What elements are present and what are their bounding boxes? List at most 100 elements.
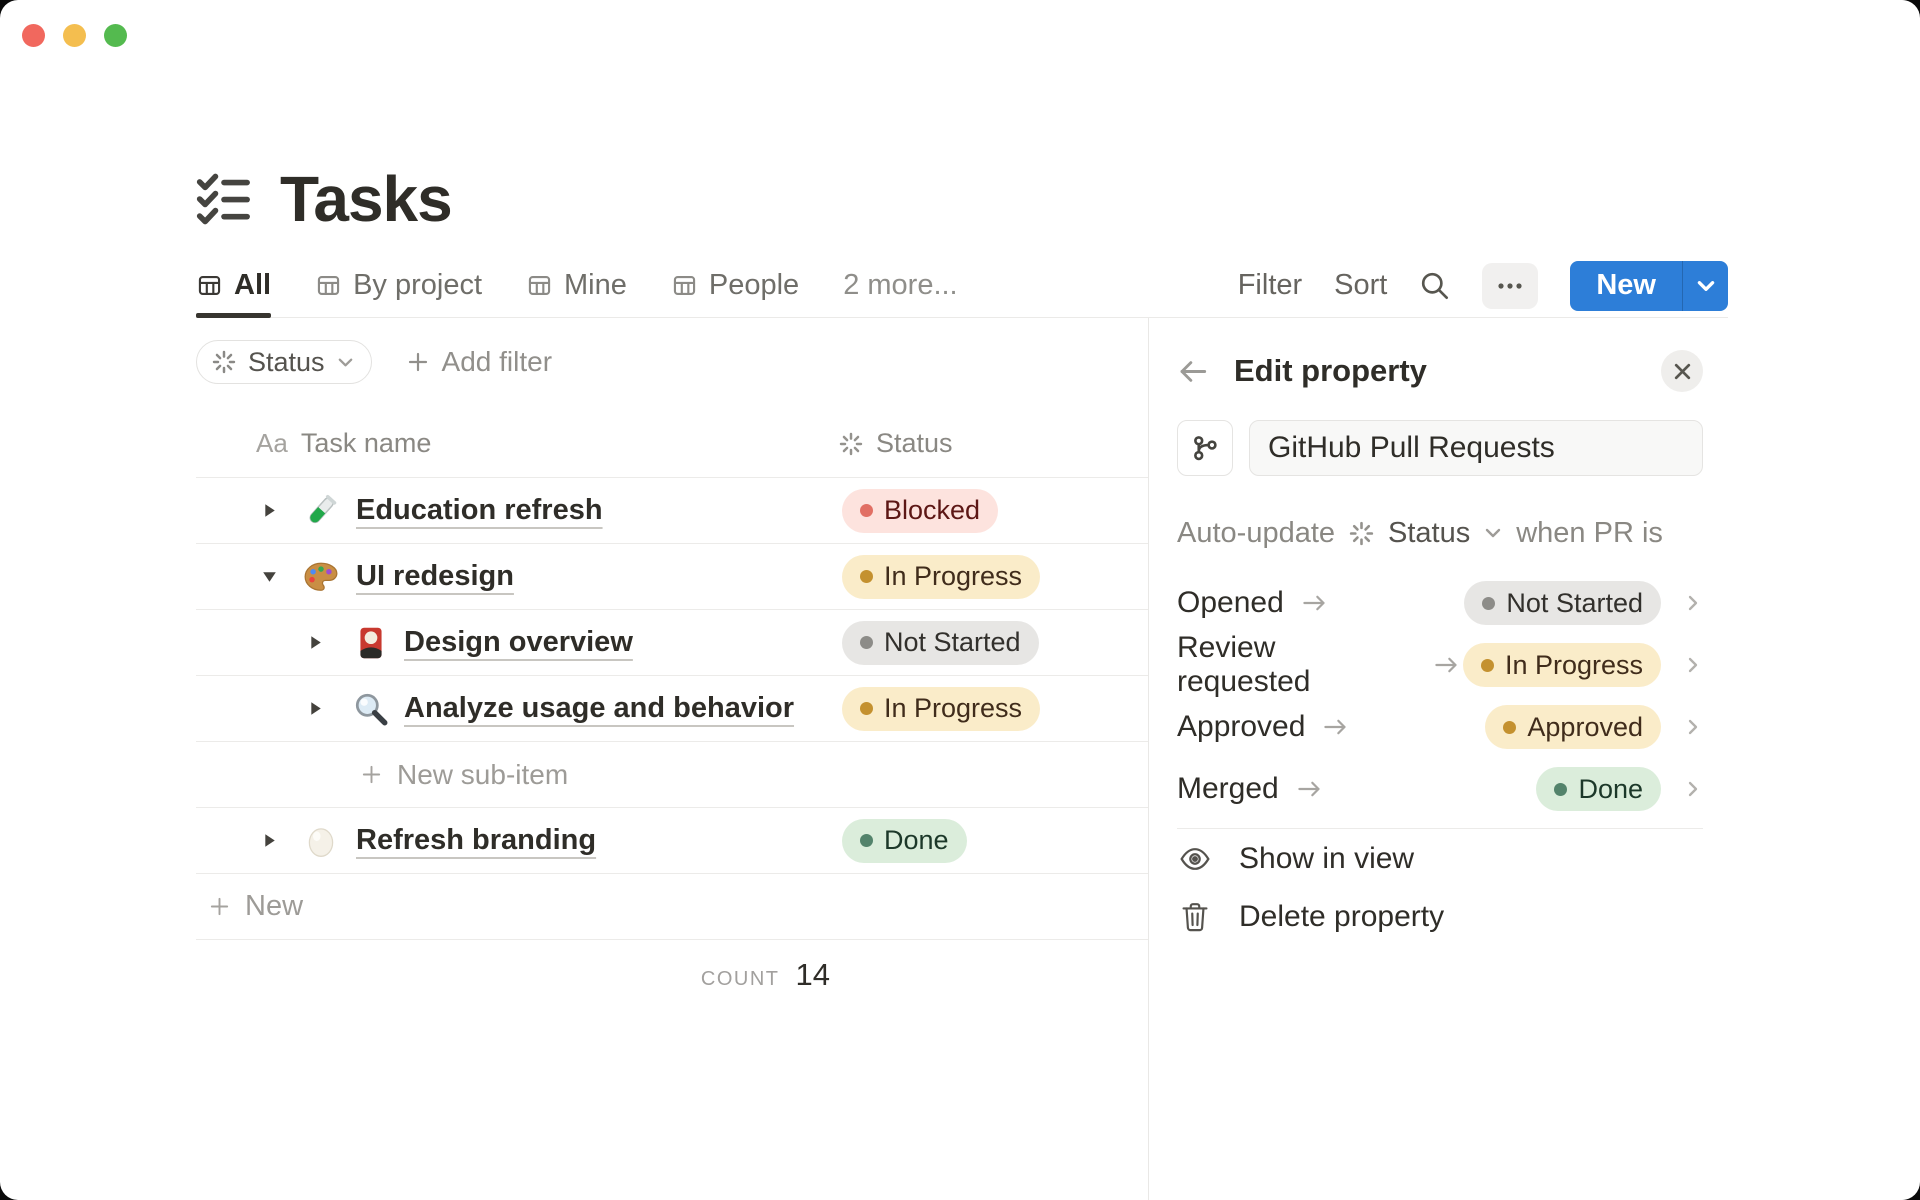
chevron-right-icon[interactable] — [1683, 717, 1703, 737]
status-badge[interactable]: Done — [842, 818, 967, 863]
tab-mine[interactable]: Mine — [526, 254, 627, 317]
delete-property-button[interactable]: Delete property — [1177, 888, 1703, 946]
triangle-down-icon — [262, 572, 276, 582]
table-view-icon — [198, 275, 221, 296]
chevron-right-icon[interactable] — [1683, 655, 1703, 675]
status-label: In Progress — [884, 561, 1023, 591]
table-view-icon — [317, 275, 340, 296]
status-badge[interactable]: Not Started — [1464, 581, 1661, 625]
palette-emoji — [302, 558, 340, 596]
column-label: Task name — [300, 428, 432, 458]
status-property-icon — [1349, 521, 1374, 545]
page: Tasks All By project Mine People 2 more.… — [196, 0, 1728, 1200]
arrow-right-icon — [1435, 657, 1457, 673]
count-calculation[interactable]: COUNT 14 — [196, 957, 838, 993]
chevron-right-icon[interactable] — [1683, 779, 1703, 799]
tab-all[interactable]: All — [196, 254, 272, 318]
minimize-window-button[interactable] — [63, 24, 86, 47]
status-label: Not Started — [1506, 587, 1643, 618]
status-label: Done — [1578, 773, 1643, 804]
property-icon-button[interactable] — [1177, 420, 1233, 476]
text-property-icon: Aa — [256, 428, 288, 458]
task-link[interactable]: Refresh branding — [356, 824, 596, 857]
status-filter-pill[interactable]: Status — [196, 340, 372, 384]
task-name-column-header[interactable]: Aa Task name — [196, 428, 838, 459]
column-label: Status — [876, 428, 953, 458]
show-in-view-button[interactable]: Show in view — [1177, 830, 1703, 888]
new-sub-item-button[interactable]: New sub-item — [196, 742, 1148, 808]
task-link[interactable]: UI redesign — [356, 560, 514, 593]
task-name-cell: Design overview — [196, 624, 838, 662]
status-dot — [860, 570, 873, 583]
ellipsis-icon — [1498, 282, 1522, 289]
table-row: UI redesign In Progress — [196, 544, 1148, 610]
filter-button[interactable]: Filter — [1238, 269, 1302, 302]
mapping-row-opened[interactable]: Opened Not Started — [1177, 572, 1703, 634]
tab-by-project[interactable]: By project — [315, 254, 482, 317]
more-options-button[interactable] — [1482, 262, 1539, 309]
pr-status-mappings: Opened Not Started Review requested In P… — [1177, 572, 1703, 820]
expand-toggle[interactable] — [254, 500, 284, 521]
mapping-trigger: Review requested — [1177, 631, 1311, 698]
status-badge[interactable]: Not Started — [842, 620, 1039, 665]
task-link[interactable]: Education refresh — [356, 494, 603, 527]
status-column-header[interactable]: Status — [838, 428, 1148, 459]
filter-bar: Status Add filter — [196, 340, 1148, 384]
close-window-button[interactable] — [22, 24, 45, 47]
mapping-row-merged[interactable]: Merged Done — [1177, 758, 1703, 820]
delete-property-label: Delete property — [1239, 900, 1445, 933]
task-link[interactable]: Analyze usage and behavior — [404, 692, 794, 725]
search-icon — [1422, 272, 1449, 300]
expand-toggle[interactable] — [300, 632, 330, 653]
sort-button[interactable]: Sort — [1334, 269, 1387, 302]
status-badge[interactable]: Approved — [1485, 705, 1661, 749]
property-name-input[interactable]: GitHub Pull Requests — [1249, 420, 1703, 476]
status-badge[interactable]: Blocked — [842, 488, 999, 533]
table-row: Education refresh Blocked — [196, 478, 1148, 544]
task-link[interactable]: Design overview — [404, 626, 633, 659]
table-row: Design overview Not Started — [196, 610, 1148, 676]
status-cell: In Progress — [838, 686, 1148, 731]
plus-icon — [408, 352, 427, 372]
panel-title: Edit property — [1234, 353, 1427, 388]
zoom-window-button[interactable] — [104, 24, 127, 47]
plus-icon — [210, 897, 229, 916]
arrow-right-icon — [1303, 595, 1325, 611]
status-label: Done — [884, 825, 949, 855]
status-cell: Not Started — [838, 620, 1148, 665]
status-label: Blocked — [884, 495, 981, 525]
back-button[interactable] — [1177, 356, 1208, 387]
expand-toggle[interactable] — [254, 830, 284, 851]
chevron-down-icon — [338, 358, 352, 366]
search-button[interactable] — [1419, 270, 1450, 301]
content-area: Status Add filter Aa Task name Status Ed… — [196, 318, 1728, 1200]
auto-update-property-dropdown[interactable]: Status — [1388, 517, 1470, 550]
expand-toggle[interactable] — [300, 698, 330, 719]
arrow-right-icon — [1298, 781, 1320, 797]
tab-more-views[interactable]: 2 more... — [843, 254, 957, 317]
status-cell: Blocked — [838, 488, 1148, 533]
new-row-button[interactable]: New — [196, 874, 1148, 940]
close-panel-button[interactable] — [1661, 350, 1703, 392]
add-filter-button[interactable]: Add filter — [406, 346, 552, 378]
status-badge[interactable]: In Progress — [842, 686, 1041, 731]
triangle-right-icon — [310, 702, 321, 715]
chevron-right-icon[interactable] — [1683, 593, 1703, 613]
status-badge[interactable]: Done — [1536, 767, 1661, 811]
mapping-trigger: Approved — [1177, 710, 1306, 743]
status-badge[interactable]: In Progress — [1462, 643, 1661, 687]
collapse-toggle[interactable] — [254, 566, 284, 587]
trash-icon — [1177, 901, 1213, 933]
status-dot — [1480, 658, 1494, 672]
mapping-row-review-requested[interactable]: Review requested In Progress — [1177, 631, 1703, 698]
status-badge[interactable]: In Progress — [842, 554, 1041, 599]
table-header: Aa Task name Status — [196, 410, 1148, 478]
tab-label: By project — [353, 269, 483, 301]
new-dropdown-button[interactable] — [1682, 260, 1728, 311]
table-row: Refresh branding Done — [196, 808, 1148, 874]
new-button[interactable]: New — [1570, 261, 1682, 311]
mapping-row-approved[interactable]: Approved Approved — [1177, 696, 1703, 758]
tab-people[interactable]: People — [671, 254, 799, 317]
magnifier-emoji — [352, 690, 390, 728]
new-sub-item-label: New sub-item — [397, 758, 569, 790]
